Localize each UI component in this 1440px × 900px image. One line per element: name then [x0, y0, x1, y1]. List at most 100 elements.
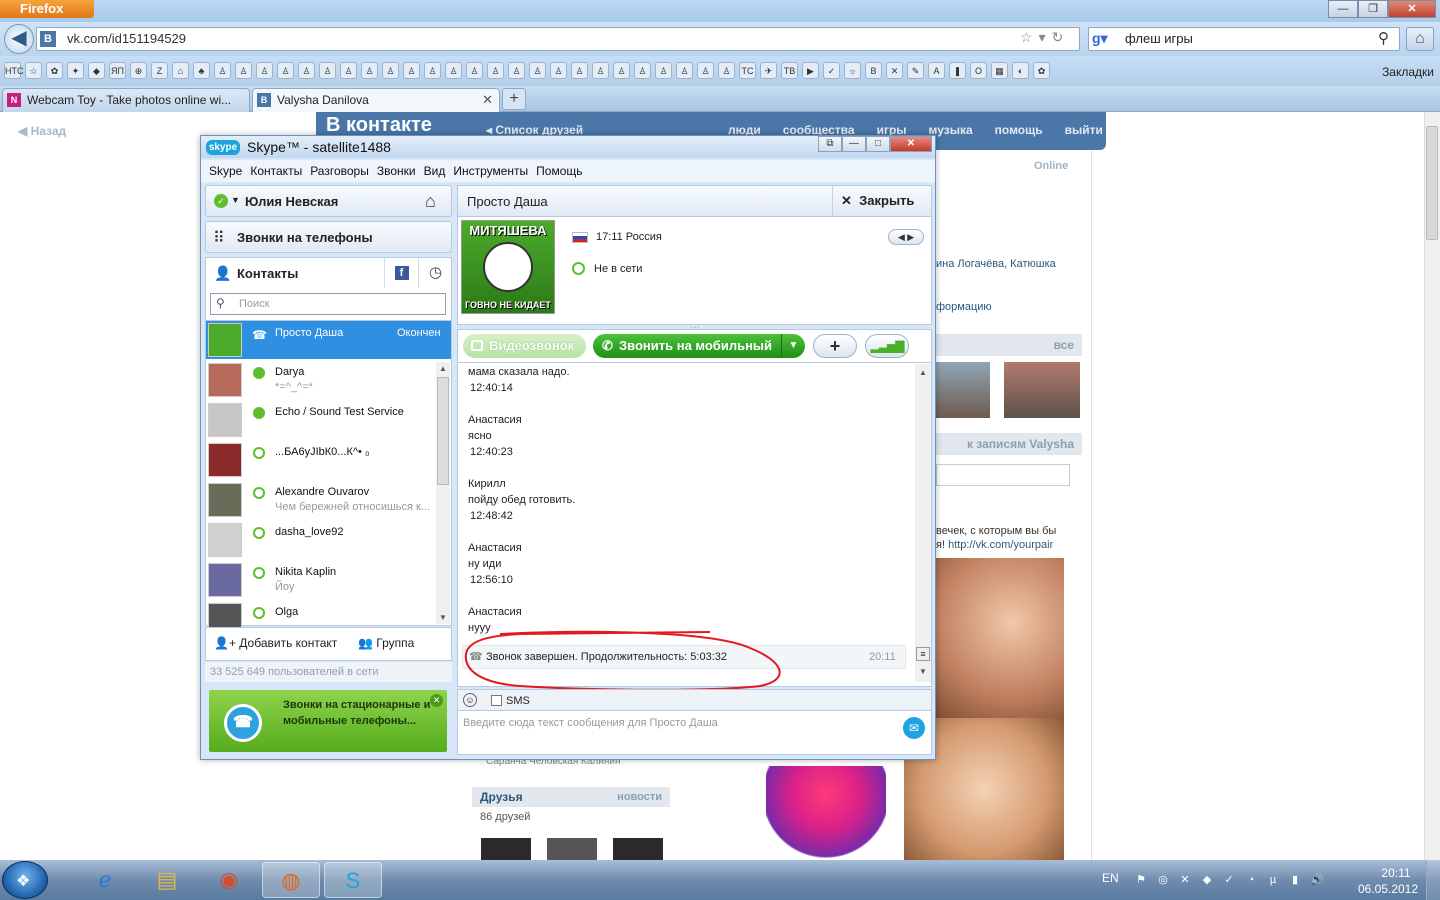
all-photos-link[interactable]: все	[932, 334, 1082, 356]
bookmark-icon[interactable]: ☼	[844, 62, 861, 79]
bookmark-icon[interactable]: TC	[739, 62, 756, 79]
clock-tray-icon[interactable]: ◔	[1242, 872, 1260, 888]
bookmark-icon[interactable]: НТС	[4, 62, 24, 79]
scroll-down-icon[interactable]: ▼	[919, 667, 927, 676]
home-button[interactable]: ⌂	[1406, 27, 1434, 51]
bookmark-icon[interactable]: ✎	[907, 62, 924, 79]
contact-item[interactable]: Darya *=^_^=*	[206, 361, 436, 401]
bookmark-icon[interactable]: ✿	[46, 62, 63, 79]
chat-menu-icon[interactable]: ≡	[916, 647, 930, 661]
chevron-down-icon[interactable]: ▼	[231, 195, 240, 205]
flag-icon[interactable]: ⚑	[1132, 872, 1150, 888]
volume-icon[interactable]: 🔊	[1308, 872, 1326, 888]
promo-close-icon[interactable]: ✕	[430, 694, 443, 707]
bookmark-icon[interactable]: ♙	[340, 62, 357, 79]
bookmark-icon[interactable]: ⊕	[130, 62, 147, 79]
vk-logo[interactable]: В контакте	[326, 114, 432, 137]
photo-thumbnail[interactable]	[936, 362, 990, 418]
clock-date[interactable]: 06.05.2012	[1356, 882, 1420, 896]
back-button[interactable]: ◀	[4, 24, 34, 54]
bookmark-icon[interactable]: ♙	[697, 62, 714, 79]
home-icon[interactable]: ⌂	[425, 191, 436, 212]
bookmark-icon[interactable]: ▦	[991, 62, 1008, 79]
friends-header[interactable]: Друзья новости	[472, 787, 670, 807]
bookmark-icon[interactable]: ◐	[1012, 62, 1029, 79]
menu-help[interactable]: Помощь	[536, 164, 582, 178]
search-icon[interactable]: ⚲	[1378, 29, 1389, 47]
ad-link[interactable]: http://vk.com/yourpair	[948, 539, 1053, 551]
bookmark-icon[interactable]: ♙	[319, 62, 336, 79]
bookmark-icon[interactable]: ⌂	[172, 62, 189, 79]
antivirus-icon[interactable]: ◆	[1198, 872, 1216, 888]
ie-taskbar-icon[interactable]: ℯ	[76, 862, 134, 898]
explorer-taskbar-icon[interactable]: ▤	[138, 862, 196, 898]
gift-image[interactable]	[766, 766, 886, 860]
skype-tray-icon[interactable]: ✓	[1220, 872, 1238, 888]
contact-item[interactable]: dasha_love92	[206, 521, 436, 561]
online-status-icon[interactable]: ✓	[214, 194, 228, 208]
user-name[interactable]: Юлия Невская	[245, 194, 338, 209]
back-link[interactable]: ◀ Назад	[18, 124, 66, 138]
add-contact-button[interactable]: 👤+ Добавить контакт	[214, 636, 337, 650]
bookmark-icon[interactable]: TB	[781, 62, 798, 79]
tab-valysha[interactable]: B Valysha Danilova ✕	[252, 88, 500, 112]
menu-skype[interactable]: Skype	[209, 164, 242, 178]
bookmark-icon[interactable]: ♙	[235, 62, 252, 79]
page-scroll-thumb[interactable]	[1426, 126, 1438, 240]
wall-link[interactable]: к записям Valysha	[932, 433, 1082, 455]
torrent-icon[interactable]: µ	[1264, 872, 1282, 888]
chrome-taskbar-icon[interactable]: ◉	[200, 862, 258, 898]
firefox-taskbar-icon[interactable]: ◍	[262, 862, 320, 898]
friend-thumbnail[interactable]	[547, 838, 597, 860]
call-mobile-button[interactable]: ✆ Звонить на мобильный	[593, 334, 805, 358]
tab-webcam-toy[interactable]: N Webcam Toy - Take photos online wi...	[2, 88, 250, 112]
bookmark-icon[interactable]: ♙	[445, 62, 462, 79]
info-link[interactable]: формацию	[936, 301, 992, 313]
facebook-tab[interactable]: f	[384, 258, 418, 288]
bookmark-icon[interactable]: ♙	[676, 62, 693, 79]
contacts-tab-label[interactable]: Контакты	[237, 266, 298, 281]
bookmark-icon[interactable]: ♙	[382, 62, 399, 79]
bookmark-icon[interactable]: B	[865, 62, 882, 79]
sms-checkbox[interactable]	[491, 695, 502, 706]
bookmark-icon[interactable]: ♙	[214, 62, 231, 79]
bookmark-icon[interactable]: ✓	[823, 62, 840, 79]
google-icon[interactable]: g▾	[1092, 30, 1108, 47]
bookmark-icon[interactable]: ✦	[67, 62, 84, 79]
network-tray-icon[interactable]: ✕	[1176, 872, 1194, 888]
friends-names[interactable]: ина Логачёва, Катюшка	[936, 258, 1056, 270]
bookmark-icon[interactable]: Z	[151, 62, 168, 79]
friend-thumbnail[interactable]	[481, 838, 531, 860]
bookmark-icon[interactable]: ✿	[1033, 62, 1050, 79]
language-indicator[interactable]: EN	[1102, 871, 1119, 885]
chat-scrollbar[interactable]	[915, 364, 931, 682]
contact-item[interactable]: Alexandre Ouvarov Чем бережней относишься…	[206, 481, 436, 521]
skype-taskbar-icon[interactable]: S	[324, 862, 382, 898]
bookmark-icon[interactable]: ♙	[487, 62, 504, 79]
contact-item[interactable]: Nikita Kaplin Йоу	[206, 561, 436, 601]
compact-view-button[interactable]: ⧉	[818, 136, 842, 152]
firefox-menu-button[interactable]: Firefox	[0, 0, 94, 18]
new-tab-button[interactable]: +	[502, 88, 526, 110]
send-icon[interactable]: ✉	[903, 717, 925, 739]
ad-image[interactable]	[932, 558, 1064, 718]
chevron-down-icon[interactable]: ▼	[781, 334, 805, 358]
bookmarks-menu[interactable]: Закладки	[1382, 65, 1434, 79]
menu-conversations[interactable]: Разговоры	[310, 164, 369, 178]
call-quality-icon[interactable]: ▂▃▅▇	[865, 334, 909, 358]
call-phones-label[interactable]: Звонки на телефоны	[237, 230, 373, 245]
bookmark-icon[interactable]: ◆	[88, 62, 105, 79]
skype-minimize-button[interactable]: —	[842, 136, 866, 152]
bookmark-icon[interactable]: ✈	[760, 62, 777, 79]
bookmark-icon[interactable]: ♙	[634, 62, 651, 79]
bookmark-icon[interactable]: ♙	[571, 62, 588, 79]
history-tab[interactable]: ◷	[418, 258, 452, 288]
bookmark-icon[interactable]: ♙	[655, 62, 672, 79]
bookmark-icon[interactable]: ♙	[613, 62, 630, 79]
minimize-button[interactable]: —	[1328, 0, 1358, 18]
profile-nav-arrows[interactable]: ◀ ▶	[888, 229, 924, 245]
scroll-down-icon[interactable]: ▼	[439, 613, 447, 622]
menu-tools[interactable]: Инструменты	[453, 164, 528, 178]
menu-contacts[interactable]: Контакты	[250, 164, 302, 178]
contact-item[interactable]: ...БА6уJIbК0...К^• ₀	[206, 441, 436, 481]
